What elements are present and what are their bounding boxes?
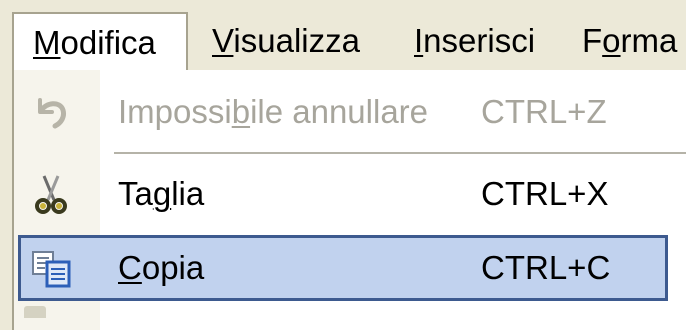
scissors-icon [35, 175, 67, 214]
menu-inserisci-accel: I [414, 22, 424, 59]
menu-item-undo[interactable]: Impossibile annullare CTRL+Z [14, 76, 686, 148]
undo-icon [38, 98, 66, 129]
menu-separator [114, 152, 686, 154]
menu-modifica[interactable]: Modifica [12, 12, 188, 72]
copy-label-accel: C [118, 249, 142, 286]
menu-modifica-accel: M [33, 24, 61, 61]
menu-bar: Modifica Visualizza Inserisci Forma [0, 0, 686, 80]
menu-inserisci-post: nserisci [423, 22, 536, 59]
menu-formato-post: rma [620, 22, 678, 59]
undo-label-pre: Impossi [118, 93, 232, 130]
next-item-icon-partial [24, 306, 46, 318]
menu-item-copy-label: Copia [118, 246, 204, 290]
menu-formato-accel: o [602, 22, 621, 59]
menu-modifica-post: odifica [60, 24, 156, 61]
menu-formato-pre: F [582, 22, 603, 59]
menu-item-undo-shortcut: CTRL+Z [481, 93, 607, 130]
menu-visualizza-accel: V [212, 22, 234, 59]
menu-inserisci[interactable]: Inserisci [414, 12, 535, 72]
cut-label-post: lia [171, 175, 205, 212]
menu-item-copy[interactable]: Copia CTRL+C [18, 235, 668, 301]
copy-label-post: opia [141, 249, 205, 286]
cut-label-accel: g [152, 175, 172, 212]
undo-label-accel: b [231, 93, 251, 130]
menu-item-cut-shortcut: CTRL+X [481, 175, 609, 212]
edit-menu-dropdown: Impossibile annullare CTRL+Z Taglia CTRL… [12, 70, 686, 330]
copy-icon [32, 251, 71, 288]
menu-visualizza[interactable]: Visualizza [212, 12, 360, 72]
menu-visualizza-post: isualizza [233, 22, 360, 59]
menu-item-copy-shortcut: CTRL+C [481, 249, 611, 286]
menu-item-undo-label: Impossibile annullare [118, 90, 428, 134]
cut-label-pre: Ta [118, 175, 153, 212]
menu-formato[interactable]: Forma [582, 12, 677, 72]
menu-item-cut-label: Taglia [118, 172, 204, 216]
undo-label-post: ile annullare [250, 93, 429, 130]
menu-item-cut[interactable]: Taglia CTRL+X [14, 158, 686, 230]
